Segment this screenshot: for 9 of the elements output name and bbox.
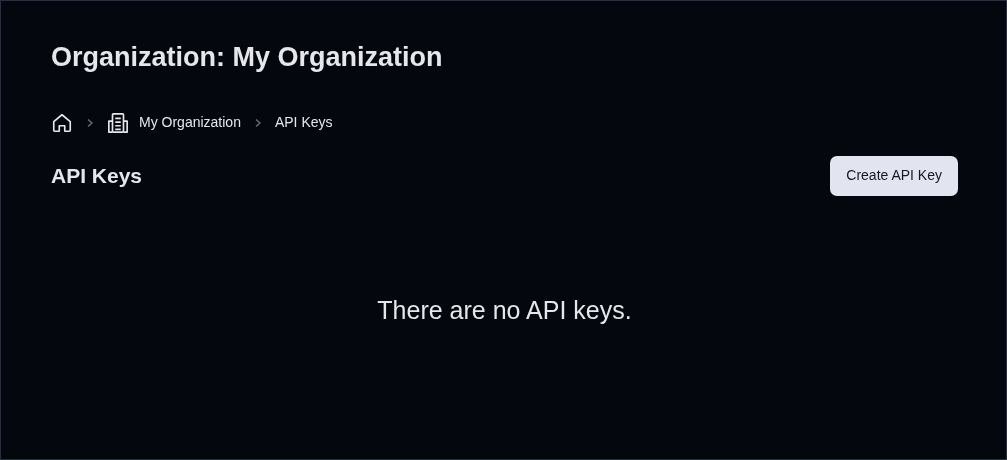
chevron-right-icon [85,117,95,128]
empty-message: There are no API keys. [377,294,632,326]
section-title: API Keys [51,162,143,189]
home-icon[interactable] [51,111,73,134]
breadcrumb-current: API Keys [274,113,333,132]
building-icon [107,111,129,134]
create-api-key-button[interactable]: Create API Key [830,155,958,196]
breadcrumb-link[interactable]: My Organization [139,112,241,133]
page-title: Organization: My Organization [51,41,444,74]
